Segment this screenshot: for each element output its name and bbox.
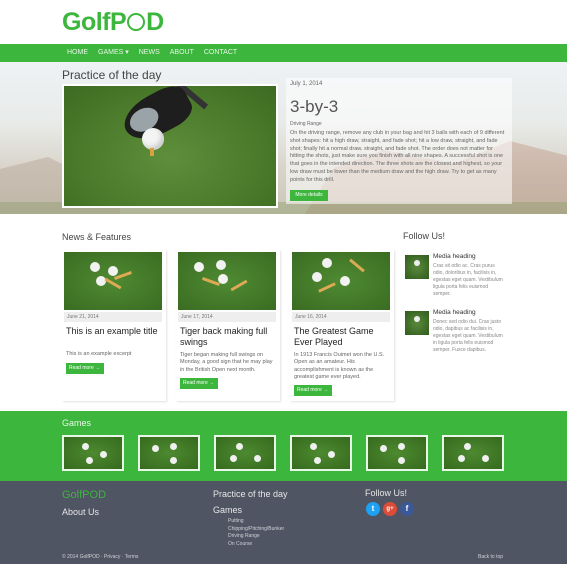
game-thumbnail[interactable]: [214, 435, 276, 471]
games-title: Games: [62, 418, 92, 428]
media-thumbnail: [405, 311, 429, 335]
more-details-button[interactable]: More details: [290, 190, 328, 201]
nav-news[interactable]: News: [134, 44, 165, 62]
practice-category: Driving Range: [290, 121, 322, 127]
media-text: Donec sed odio dui. Cras justo odio, dap…: [433, 319, 503, 353]
news-excerpt: Tiger began making full swings on Monday…: [180, 352, 273, 373]
games-strip: Games: [0, 411, 567, 481]
news-card[interactable]: June 17, 2014 Tiger back making full swi…: [176, 250, 280, 401]
media-heading[interactable]: Media heading: [433, 253, 476, 260]
golfpod-logo[interactable]: GolfP D: [62, 8, 164, 37]
news-card[interactable]: June 16, 2014 The Greatest Game Ever Pla…: [290, 250, 394, 401]
news-title[interactable]: This is an example title: [66, 326, 162, 337]
site-footer: GolfPOD About Us Practice of the day Gam…: [0, 481, 567, 564]
footer-games-list: Putting Chipping/Pitching/Bunker Driving…: [228, 518, 284, 548]
read-more-button[interactable]: Read more →: [180, 378, 218, 389]
footer-brand[interactable]: GolfPOD: [62, 489, 106, 501]
footer-about-link[interactable]: About Us: [62, 507, 99, 517]
logo-suffix: D: [146, 8, 164, 36]
main-nav: Home Games ▾ News About Contact: [0, 44, 567, 62]
game-thumbnail[interactable]: [62, 435, 124, 471]
footer-follow-title: Follow Us!: [365, 488, 408, 498]
news-date: June 17, 2014: [178, 312, 276, 322]
news-section-title: News & Features: [62, 232, 132, 242]
news-excerpt: This is an example excerpt: [66, 351, 132, 357]
news-card[interactable]: June 21, 2014 This is an example title T…: [62, 250, 166, 401]
golf-club-photo: [62, 84, 278, 208]
back-to-top-link[interactable]: Back to top: [478, 554, 503, 560]
golf-ball: [142, 128, 164, 150]
news-thumbnail: [292, 252, 390, 310]
footer-practice-link[interactable]: Practice of the day: [213, 489, 288, 499]
news-title[interactable]: Tiger back making full swings: [180, 326, 276, 348]
footer-game-link[interactable]: Putting: [228, 518, 284, 526]
game-thumbnail[interactable]: [290, 435, 352, 471]
footer-copyright: © 2014 GolfPOD · Privacy · Terms: [62, 554, 139, 560]
nav-contact[interactable]: Contact: [199, 44, 242, 62]
practice-hero: Practice of the day July 1, 2014 3-by-3 …: [0, 62, 567, 214]
google-plus-icon[interactable]: g+: [383, 502, 397, 516]
twitter-icon[interactable]: t: [366, 502, 380, 516]
nav-about[interactable]: About: [165, 44, 199, 62]
follow-title: Follow Us!: [403, 231, 446, 241]
news-title[interactable]: The Greatest Game Ever Played: [294, 326, 390, 348]
game-thumbnail[interactable]: [366, 435, 428, 471]
news-thumbnail: [178, 252, 276, 310]
news-date: June 16, 2014: [292, 312, 390, 322]
news-excerpt: In 1913 Francis Ouimet won the U.S. Open…: [294, 352, 385, 380]
practice-section-title: Practice of the day: [62, 68, 162, 82]
footer-game-link[interactable]: Driving Range: [228, 533, 284, 541]
read-more-button[interactable]: Read more →: [294, 385, 332, 396]
nav-games[interactable]: Games ▾: [93, 44, 134, 62]
game-thumbnail[interactable]: [138, 435, 200, 471]
logo-prefix: GolfP: [62, 8, 127, 36]
golf-tee: [150, 148, 154, 156]
news-thumbnail: [64, 252, 162, 310]
golf-ball-icon: [127, 13, 146, 31]
media-thumbnail: [405, 255, 429, 279]
media-heading[interactable]: Media heading: [433, 309, 476, 316]
news-date: June 21, 2014: [64, 312, 162, 322]
game-thumbnail[interactable]: [442, 435, 504, 471]
footer-games-link[interactable]: Games: [213, 505, 242, 515]
media-text: Cras sit odio ac. Cras purus odio, dolor…: [433, 263, 503, 297]
read-more-button[interactable]: Read more →: [66, 363, 104, 374]
footer-game-link[interactable]: On Course: [228, 541, 284, 549]
practice-description: On the driving range, remove any club in…: [290, 130, 505, 183]
practice-title: 3-by-3: [290, 97, 339, 116]
nav-home[interactable]: Home: [62, 44, 93, 62]
footer-game-link[interactable]: Chipping/Pitching/Bunker: [228, 526, 284, 534]
practice-date: July 1, 2014: [290, 81, 323, 87]
facebook-icon[interactable]: f: [400, 502, 414, 516]
